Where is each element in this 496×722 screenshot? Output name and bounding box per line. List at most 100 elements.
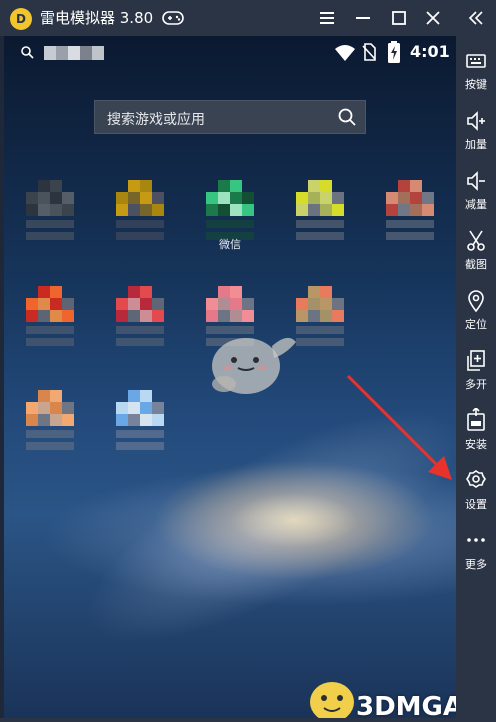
mosaic-cell	[140, 310, 152, 322]
mosaic-cell	[26, 442, 38, 450]
mosaic-cell	[422, 220, 434, 228]
close-button[interactable]	[420, 6, 446, 30]
mosaic-cell	[62, 192, 74, 204]
mosaic-cell	[152, 338, 164, 346]
app-icon[interactable]	[18, 286, 82, 366]
android-home-screen[interactable]: 4:01 搜索游戏或应用 微信 3DMGAME	[4, 36, 456, 718]
mosaic-cell	[50, 232, 62, 240]
mosaic-cell	[50, 310, 62, 322]
maximize-icon	[392, 11, 406, 25]
mosaic-cell	[206, 220, 218, 228]
mosaic-cell	[152, 298, 164, 310]
app-icon[interactable]	[108, 286, 172, 366]
sidebar-label: 更多	[465, 558, 487, 571]
mosaic-cell	[320, 204, 332, 216]
gamepad-icon[interactable]	[162, 10, 184, 26]
mosaic-cell	[62, 220, 74, 228]
mosaic-cell	[152, 402, 164, 414]
mosaic-cell	[386, 232, 398, 240]
sidebar-label: 定位	[465, 318, 487, 331]
mosaic-cell	[50, 402, 62, 414]
mosaic-cell	[320, 192, 332, 204]
mosaic-cell	[308, 326, 320, 334]
sidebar-item-settings[interactable]: 设置	[456, 464, 496, 520]
mosaic-cell	[50, 286, 62, 298]
app-icon[interactable]	[108, 390, 172, 470]
mosaic-cell	[140, 326, 152, 334]
mosaic-cell	[308, 232, 320, 240]
sidebar-item-keymap[interactable]: 按键	[456, 44, 496, 100]
mosaic-cell	[38, 442, 50, 450]
mosaic-cell	[140, 442, 152, 450]
location-pin-icon	[468, 290, 484, 313]
mosaic-cell	[50, 326, 62, 334]
mosaic-cell	[128, 192, 140, 204]
mosaic-cell	[62, 338, 74, 346]
app-logo-letter: D	[16, 12, 26, 26]
app-icon[interactable]: 微信	[198, 180, 262, 260]
mosaic-cell	[308, 298, 320, 310]
pixelated-app-tile	[26, 180, 74, 240]
app-icon[interactable]	[108, 180, 172, 260]
pixelated-app-tile	[386, 180, 434, 240]
mosaic-cell	[116, 220, 128, 228]
pixelated-app-tile	[116, 180, 164, 240]
mosaic-cell	[296, 310, 308, 322]
mosaic-cell	[26, 204, 38, 216]
mosaic-cell	[152, 204, 164, 216]
app-icon[interactable]	[288, 180, 352, 260]
mosaic-cell	[152, 220, 164, 228]
mosaic-cell	[230, 180, 242, 192]
gear-icon	[466, 470, 486, 488]
mosaic-cell	[242, 220, 254, 228]
sidebar-item-volume-down[interactable]: 减量	[456, 164, 496, 220]
mosaic-cell	[398, 204, 410, 216]
sidebar-item-screenshot[interactable]: 截图	[456, 224, 496, 280]
mosaic-cell	[296, 192, 308, 204]
mosaic-cell	[320, 286, 332, 298]
pixelated-app-tile	[116, 286, 164, 346]
status-clock: 4:01	[410, 42, 450, 61]
sidebar-item-install[interactable]: 安装	[456, 404, 496, 460]
mosaic-cell	[218, 220, 230, 228]
pixelated-status-text	[44, 46, 104, 60]
mosaic-cell	[26, 326, 38, 334]
mosaic-cell	[308, 338, 320, 346]
mosaic-cell	[26, 192, 38, 204]
mosaic-cell	[38, 286, 50, 298]
mosaic-cell	[116, 310, 128, 322]
minimize-button[interactable]	[350, 6, 376, 30]
menu-button[interactable]	[314, 6, 340, 30]
mosaic-cell	[230, 204, 242, 216]
mosaic-cell	[62, 442, 74, 450]
search-icon[interactable]	[20, 45, 34, 59]
mosaic-cell	[26, 220, 38, 228]
collapse-sidebar-button[interactable]	[456, 6, 496, 30]
app-icon[interactable]	[18, 180, 82, 260]
maximize-button[interactable]	[386, 6, 412, 30]
scissors-icon	[467, 230, 485, 251]
app-icon[interactable]	[18, 390, 82, 470]
app-search-input[interactable]: 搜索游戏或应用	[94, 100, 366, 134]
app-icon[interactable]	[378, 180, 442, 260]
mosaic-cell	[62, 232, 74, 240]
3dmgame-logo-icon	[310, 682, 354, 718]
mosaic-cell	[128, 442, 140, 450]
mosaic-cell	[26, 402, 38, 414]
mosaic-cell	[398, 220, 410, 228]
mosaic-cell	[26, 232, 38, 240]
sidebar-label: 安装	[465, 438, 487, 451]
mosaic-cell	[140, 220, 152, 228]
mosaic-cell	[62, 326, 74, 334]
search-icon[interactable]	[337, 107, 357, 127]
sidebar-item-location[interactable]: 定位	[456, 284, 496, 340]
sidebar-item-multi-instance[interactable]: 多开	[456, 344, 496, 400]
mosaic-cell	[26, 338, 38, 346]
no-sim-icon	[362, 43, 376, 61]
mosaic-cell	[332, 310, 344, 322]
mosaic-cell	[50, 390, 62, 402]
mosaic-cell	[422, 204, 434, 216]
sidebar-item-volume-up[interactable]: 加量	[456, 104, 496, 160]
sidebar-item-more[interactable]: 更多	[456, 524, 496, 580]
mosaic-cell	[242, 310, 254, 322]
